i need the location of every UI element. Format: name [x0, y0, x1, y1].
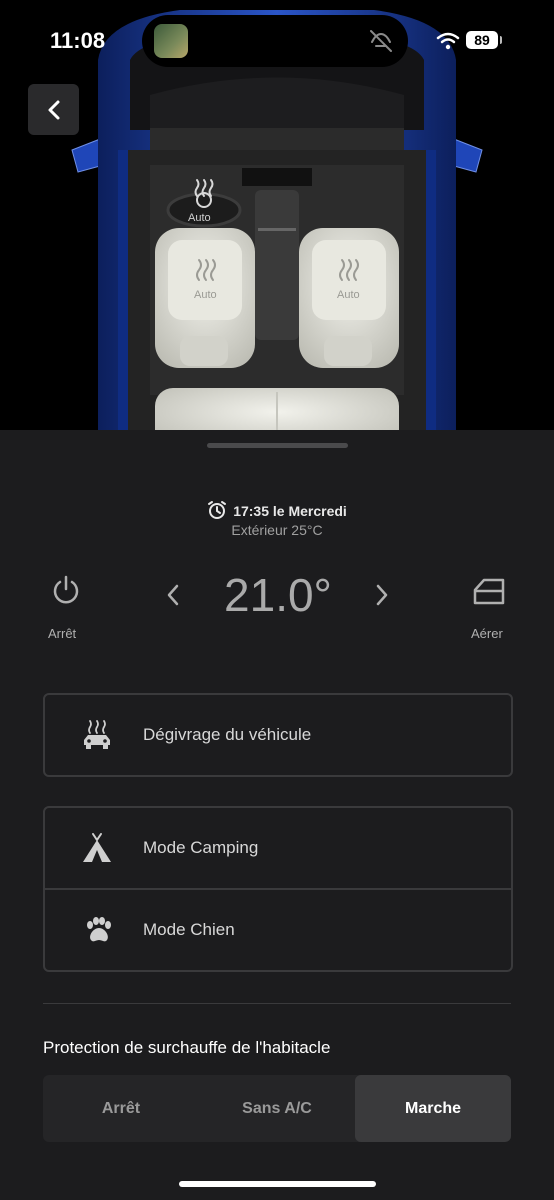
exterior-temperature: Extérieur 25°C	[231, 522, 323, 538]
defrost-card[interactable]: Dégivrage du véhicule	[43, 693, 513, 777]
defrost-car-icon	[84, 720, 110, 749]
schedule-time: 17:35 le Mercredi	[233, 503, 347, 519]
defrost-row[interactable]: Dégivrage du véhicule	[45, 695, 511, 775]
battery-indicator: 89	[466, 31, 498, 49]
status-time: 11:08	[50, 28, 106, 53]
now-playing-artwork	[154, 24, 188, 58]
camping-mode-row[interactable]: Mode Camping	[45, 808, 511, 888]
power-label: Arrêt	[48, 626, 77, 641]
steering-heat-label: Auto	[188, 212, 211, 224]
section-divider	[43, 1003, 511, 1004]
tent-icon	[83, 833, 111, 862]
defrost-label: Dégivrage du véhicule	[143, 725, 312, 744]
schedule-row[interactable]: 17:35 le Mercredi	[0, 500, 554, 520]
modes-card: Mode Camping Mode Chien	[43, 806, 513, 972]
overheat-option-no-ac[interactable]: Sans A/C	[199, 1075, 355, 1142]
dog-mode-row[interactable]: Mode Chien	[45, 888, 511, 970]
back-button[interactable]	[28, 84, 79, 135]
temperature-display: 21.0°	[224, 569, 332, 621]
camping-mode-label: Mode Camping	[143, 838, 259, 857]
left-seat-heat-label: Auto	[194, 289, 217, 301]
battery-tip	[500, 36, 502, 44]
dynamic-island[interactable]	[142, 15, 408, 67]
right-seat-heat-icon[interactable]	[335, 258, 363, 282]
overheat-title: Protection de surchauffe de l'habitacle	[43, 1038, 331, 1057]
overheat-segmented-control: Arrêt Sans A/C Marche	[43, 1075, 511, 1142]
audio-muted-icon	[370, 30, 392, 52]
dog-mode-label: Mode Chien	[143, 920, 235, 939]
paw-icon	[87, 917, 111, 942]
chevron-left-icon	[48, 100, 59, 119]
sheet-handle[interactable]	[207, 443, 348, 448]
wifi-icon	[436, 32, 460, 50]
vent-label: Aérer	[471, 626, 503, 641]
temp-decrease-button[interactable]	[163, 580, 183, 610]
right-seat-heat-label: Auto	[337, 289, 360, 301]
temp-increase-button[interactable]	[372, 580, 392, 610]
overheat-option-off[interactable]: Arrêt	[43, 1075, 199, 1142]
status-bar: 11:08 89	[0, 0, 554, 80]
overheat-option-on[interactable]: Marche	[355, 1075, 511, 1142]
steering-heat-icon[interactable]	[190, 178, 218, 208]
vent-window-icon[interactable]	[472, 576, 506, 606]
power-icon[interactable]	[50, 574, 82, 606]
alarm-clock-icon	[208, 501, 227, 519]
left-seat-heat-icon[interactable]	[192, 258, 220, 282]
home-indicator[interactable]	[179, 1181, 376, 1187]
